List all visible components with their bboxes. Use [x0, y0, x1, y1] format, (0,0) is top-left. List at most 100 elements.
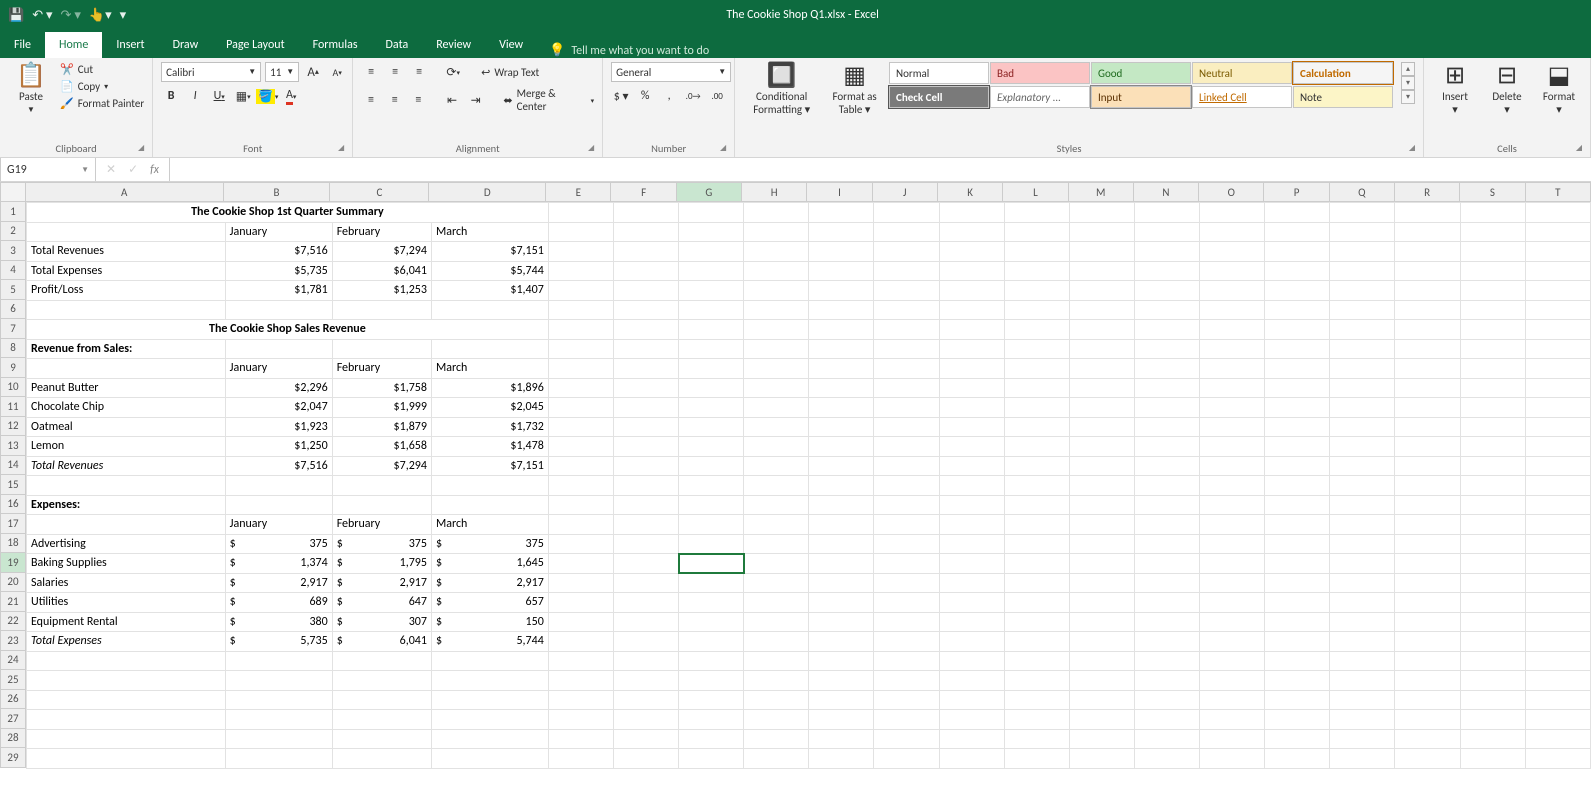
cell-K16[interactable] [939, 495, 1004, 515]
cell-G4[interactable] [679, 261, 744, 281]
cell-P18[interactable] [1265, 534, 1330, 554]
cell-K9[interactable] [939, 359, 1004, 379]
cell-C14[interactable]: $7,294 [332, 456, 431, 476]
cell-Q15[interactable] [1330, 476, 1395, 496]
cell-B2[interactable]: January [225, 222, 332, 242]
cell-G9[interactable] [679, 359, 744, 379]
cell-G12[interactable] [679, 417, 744, 437]
cell-Q17[interactable] [1330, 515, 1395, 535]
cell-N20[interactable] [1134, 573, 1199, 593]
cell-Q8[interactable] [1330, 339, 1395, 359]
cell-K18[interactable] [939, 534, 1004, 554]
cell-R1[interactable] [1395, 203, 1460, 223]
cell-S2[interactable] [1460, 222, 1525, 242]
cell-P9[interactable] [1265, 359, 1330, 379]
cell-H4[interactable] [744, 261, 809, 281]
cell-E23[interactable] [548, 632, 613, 652]
cell-O20[interactable] [1200, 573, 1265, 593]
cell-G15[interactable] [679, 476, 744, 496]
cell-F25[interactable] [613, 671, 678, 691]
paste-button[interactable]: 📋 Paste ▼ [8, 62, 54, 117]
cell-R9[interactable] [1395, 359, 1460, 379]
undo-icon[interactable]: ↶ ▾ [32, 8, 52, 23]
cell-C6[interactable] [332, 300, 431, 320]
cell-C26[interactable] [332, 690, 431, 710]
cell-L18[interactable] [1004, 534, 1069, 554]
cell-A22[interactable]: Equipment Rental [27, 612, 226, 632]
cell-Q20[interactable] [1330, 573, 1395, 593]
row-header-4[interactable]: 4 [0, 261, 26, 281]
cell-K5[interactable] [939, 281, 1004, 301]
cell-M23[interactable] [1069, 632, 1134, 652]
cell-O14[interactable] [1200, 456, 1265, 476]
row-header-22[interactable]: 22 [0, 612, 26, 632]
row-header-20[interactable]: 20 [0, 573, 26, 593]
cell-I13[interactable] [809, 437, 874, 457]
cell-G21[interactable] [679, 593, 744, 613]
cell-D4[interactable]: $5,744 [431, 261, 548, 281]
cell-G1[interactable] [679, 203, 744, 223]
cell-P17[interactable] [1265, 515, 1330, 535]
cell-E19[interactable] [548, 554, 613, 574]
cell-T9[interactable] [1525, 359, 1590, 379]
cell-S4[interactable] [1460, 261, 1525, 281]
column-header-M[interactable]: M [1069, 182, 1134, 202]
cell-Q21[interactable] [1330, 593, 1395, 613]
cell-I27[interactable] [809, 710, 874, 730]
cell-B26[interactable] [225, 690, 332, 710]
formula-bar[interactable] [169, 158, 1591, 181]
cell-F23[interactable] [613, 632, 678, 652]
cell-E5[interactable] [548, 281, 613, 301]
align-center-icon[interactable]: ≡ [385, 90, 405, 110]
cell-P26[interactable] [1265, 690, 1330, 710]
cell-P19[interactable] [1265, 554, 1330, 574]
cell-M29[interactable] [1069, 749, 1134, 769]
cell-D16[interactable] [431, 495, 548, 515]
cell-M1[interactable] [1069, 203, 1134, 223]
cell-I29[interactable] [809, 749, 874, 769]
cell-F3[interactable] [613, 242, 678, 262]
cell-R18[interactable] [1395, 534, 1460, 554]
column-header-T[interactable]: T [1526, 182, 1591, 202]
cell-A24[interactable] [27, 651, 226, 671]
cell-J9[interactable] [874, 359, 939, 379]
cell-S13[interactable] [1460, 437, 1525, 457]
cell-J19[interactable] [874, 554, 939, 574]
cell-G24[interactable] [679, 651, 744, 671]
cell-B14[interactable]: $7,516 [225, 456, 332, 476]
cell-T14[interactable] [1525, 456, 1590, 476]
cell-N28[interactable] [1134, 729, 1199, 749]
column-header-F[interactable]: F [611, 182, 676, 202]
cell-O2[interactable] [1200, 222, 1265, 242]
cell-Q2[interactable] [1330, 222, 1395, 242]
style-explanatory[interactable]: Explanatory ... [990, 86, 1090, 108]
cell-N12[interactable] [1134, 417, 1199, 437]
cell-H5[interactable] [744, 281, 809, 301]
cell-Q29[interactable] [1330, 749, 1395, 769]
cell-G3[interactable] [679, 242, 744, 262]
align-bottom-icon[interactable]: ≡ [409, 62, 429, 82]
cell-A10[interactable]: Peanut Butter [27, 378, 226, 398]
cell-E28[interactable] [548, 729, 613, 749]
cell-R15[interactable] [1395, 476, 1460, 496]
column-header-E[interactable]: E [546, 182, 611, 202]
cell-S7[interactable] [1460, 320, 1525, 340]
cell-N18[interactable] [1134, 534, 1199, 554]
cell-S24[interactable] [1460, 651, 1525, 671]
cell-R2[interactable] [1395, 222, 1460, 242]
cell-Q1[interactable] [1330, 203, 1395, 223]
cell-J23[interactable] [874, 632, 939, 652]
cell-P12[interactable] [1265, 417, 1330, 437]
style-linked-cell[interactable]: Linked Cell [1192, 86, 1292, 108]
cell-M26[interactable] [1069, 690, 1134, 710]
cell-N4[interactable] [1134, 261, 1199, 281]
cell-G8[interactable] [679, 339, 744, 359]
cell-L6[interactable] [1004, 300, 1069, 320]
cell-D14[interactable]: $7,151 [431, 456, 548, 476]
cell-E29[interactable] [548, 749, 613, 769]
cell-J29[interactable] [874, 749, 939, 769]
cell-T21[interactable] [1525, 593, 1590, 613]
cell-A7[interactable]: The Cookie Shop Sales Revenue [27, 320, 549, 340]
cell-B11[interactable]: $2,047 [225, 398, 332, 418]
cell-B8[interactable] [225, 339, 332, 359]
